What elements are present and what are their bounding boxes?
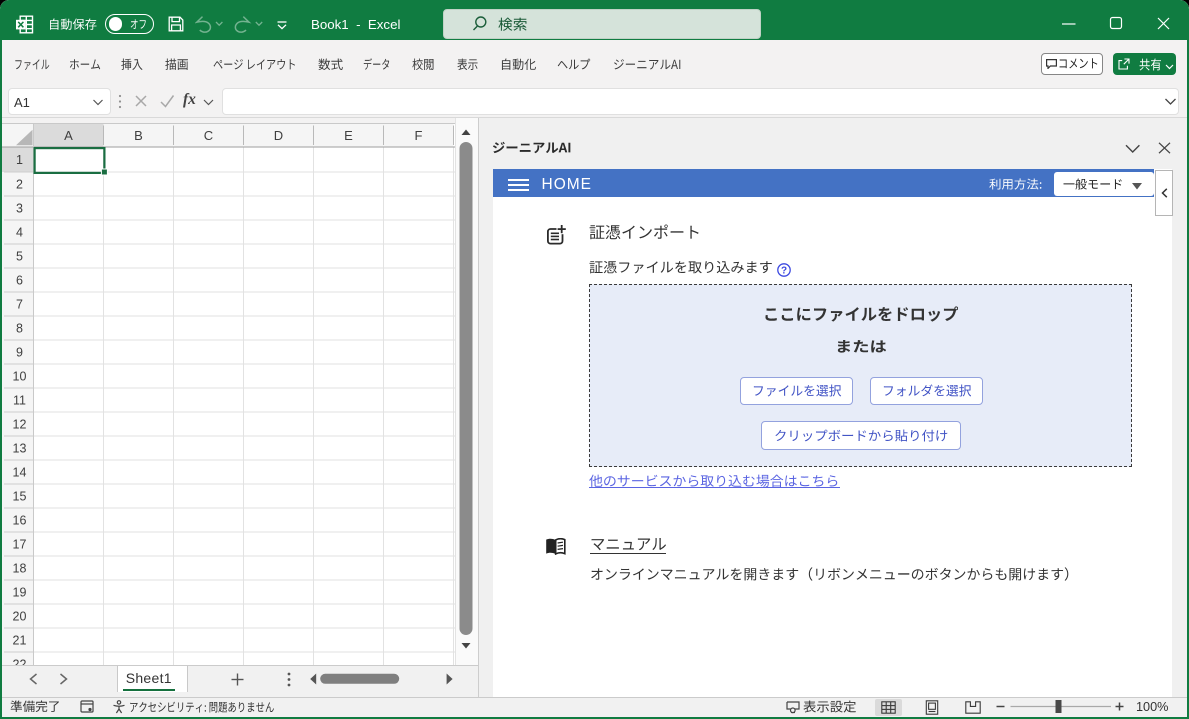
svg-text:C: C: [204, 128, 213, 143]
svg-text:15: 15: [13, 490, 27, 504]
svg-text:9: 9: [16, 346, 23, 360]
svg-text:17: 17: [13, 538, 27, 552]
svg-text:10: 10: [13, 370, 27, 384]
svg-text:7: 7: [16, 298, 23, 312]
svg-text:2: 2: [16, 178, 23, 192]
svg-text:18: 18: [13, 562, 27, 576]
svg-text:B: B: [134, 128, 143, 143]
svg-text:6: 6: [16, 274, 23, 288]
svg-text:19: 19: [13, 586, 27, 600]
svg-text:21: 21: [13, 634, 27, 648]
svg-text:16: 16: [13, 514, 27, 528]
svg-text:5: 5: [16, 250, 23, 264]
svg-text:1: 1: [16, 153, 23, 167]
svg-text:D: D: [274, 128, 283, 143]
svg-text:4: 4: [16, 226, 23, 240]
svg-text:20: 20: [13, 610, 27, 624]
svg-text:14: 14: [13, 466, 27, 480]
svg-text:12: 12: [13, 418, 27, 432]
svg-text:11: 11: [13, 394, 26, 408]
svg-text:3: 3: [16, 202, 23, 216]
svg-text:?: ?: [781, 266, 787, 277]
svg-text:13: 13: [13, 442, 27, 456]
svg-text:8: 8: [16, 322, 23, 336]
svg-text:E: E: [344, 128, 353, 143]
svg-text:F: F: [415, 128, 423, 143]
svg-text:22: 22: [13, 658, 27, 666]
svg-text:A: A: [64, 128, 73, 143]
